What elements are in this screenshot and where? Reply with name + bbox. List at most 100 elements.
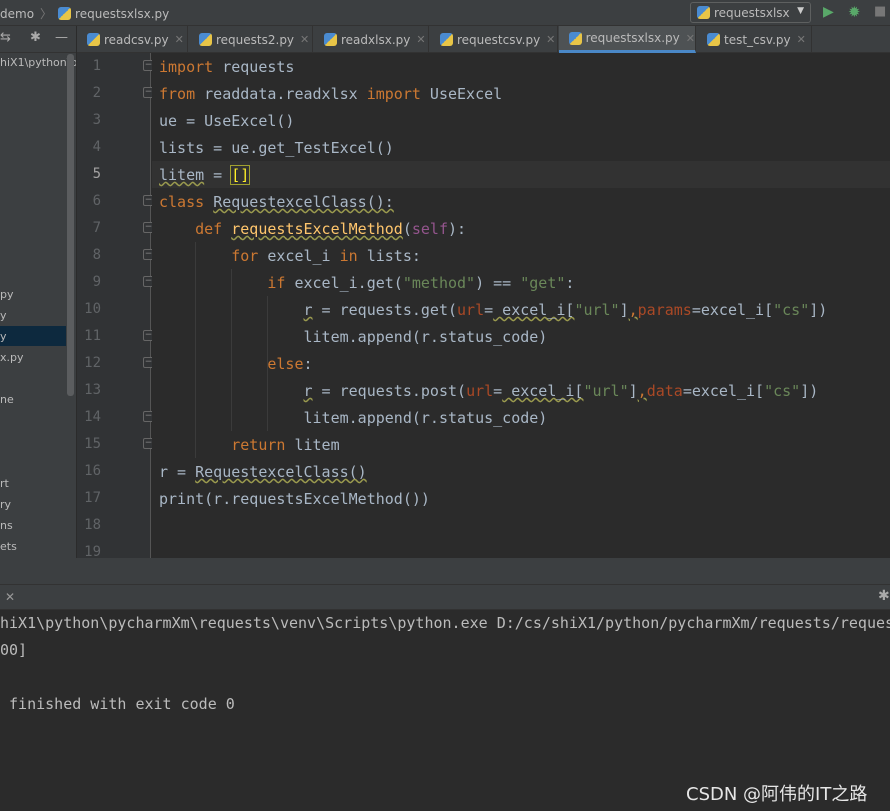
tab-readxlsx[interactable]: readxlsx.py ✕ bbox=[314, 26, 429, 53]
close-icon[interactable]: ✕ bbox=[686, 32, 695, 45]
project-toolbar: ⇆ ✱ — bbox=[0, 26, 76, 53]
gear-icon[interactable]: ✱ bbox=[30, 30, 41, 45]
code-text: litem bbox=[285, 436, 340, 454]
code-line-14: litem.append(r.status_code) bbox=[159, 409, 548, 427]
tab-label: readcsv.py bbox=[104, 32, 169, 47]
string-literal: "url" bbox=[583, 382, 629, 400]
code-text: RequestexcelClass() bbox=[195, 463, 367, 481]
close-icon[interactable]: ✕ bbox=[300, 33, 309, 46]
tab-requestcsv[interactable]: requestcsv.py ✕ bbox=[430, 26, 558, 53]
run-icon[interactable]: ▶ bbox=[823, 4, 834, 20]
collapse-icon[interactable]: ⇆ bbox=[0, 30, 11, 45]
tree-item[interactable]: ns bbox=[0, 519, 13, 532]
param-name: url bbox=[457, 301, 485, 319]
tab-readcsv[interactable]: readcsv.py ✕ bbox=[77, 26, 188, 53]
code-text: litem.append(r.status_code) bbox=[303, 328, 548, 346]
chevron-down-icon: ▼ bbox=[797, 6, 804, 16]
title-bar: demo 〉 requestsxlsx.py requestsxlsx ▼ ▶ … bbox=[0, 0, 890, 26]
line-number: 11 bbox=[84, 328, 101, 344]
code-text: litem bbox=[159, 166, 205, 184]
line-number: 1 bbox=[92, 58, 101, 74]
code-line-13: r = requests.post(url= excel_i["url"],da… bbox=[159, 382, 819, 400]
console-line: finished with exit code 0 bbox=[0, 695, 235, 713]
line-number: 14 bbox=[84, 409, 101, 425]
tab-label: requests2.py bbox=[216, 32, 295, 47]
tab-requestsxlsx[interactable]: requestsxlsx.py ✕ bbox=[559, 26, 696, 53]
tab-label: requestcsv.py bbox=[457, 32, 541, 47]
code-text: excel_i.get( bbox=[285, 274, 403, 292]
close-icon[interactable]: ✕ bbox=[5, 590, 15, 604]
code-line-11: litem.append(r.status_code) bbox=[159, 328, 548, 346]
tree-item[interactable]: ets bbox=[0, 540, 17, 553]
string-literal: "url" bbox=[574, 301, 620, 319]
close-icon[interactable]: ✕ bbox=[546, 33, 555, 46]
code-line-7: def requestsExcelMethod(self): bbox=[159, 220, 466, 238]
keyword: if bbox=[267, 274, 286, 292]
line-number: 8 bbox=[92, 247, 101, 263]
tree-item[interactable]: ne bbox=[0, 393, 14, 406]
line-number-gutter: 1 2 3 4 5 6 7 8 9 10 11 12 13 14 15 16 1… bbox=[77, 53, 154, 560]
class-name: RequestexcelClass(): bbox=[213, 193, 394, 211]
breadcrumb-file[interactable]: requestsxlsx.py bbox=[75, 7, 169, 21]
tree-item[interactable]: py bbox=[0, 288, 14, 301]
keyword: import bbox=[159, 58, 214, 76]
code-line-12: else: bbox=[159, 355, 313, 373]
current-line-highlight bbox=[152, 161, 890, 188]
code-text: = requests.post( bbox=[312, 382, 467, 400]
code-line-2: from readdata.readxlsx import UseExcel bbox=[159, 85, 502, 103]
editor-tabs: readcsv.py ✕ requests2.py ✕ readxlsx.py ✕ r… bbox=[77, 26, 890, 53]
tab-test-csv[interactable]: test_csv.py ✕ bbox=[697, 26, 812, 53]
code-line-17: print(r.requestsExcelMethod()) bbox=[159, 490, 430, 508]
string-literal: "get" bbox=[520, 274, 566, 292]
string-literal: "cs" bbox=[764, 382, 801, 400]
close-icon[interactable]: ✕ bbox=[416, 33, 425, 46]
tree-item[interactable]: y bbox=[0, 309, 7, 322]
code-text: r bbox=[303, 382, 313, 400]
line-number: 13 bbox=[84, 382, 101, 398]
code-text: = bbox=[493, 382, 503, 400]
python-file-icon bbox=[199, 33, 212, 46]
project-scrollbar[interactable] bbox=[67, 54, 74, 396]
code-text: excel_i[ bbox=[493, 301, 575, 319]
tree-item[interactable]: rt bbox=[0, 477, 9, 490]
keyword: return bbox=[231, 436, 286, 454]
line-number: 5 bbox=[92, 166, 101, 182]
line-number: 18 bbox=[84, 517, 101, 533]
line-number: 7 bbox=[92, 220, 101, 236]
run-configuration-dropdown[interactable]: requestsxlsx ▼ bbox=[690, 2, 811, 23]
line-number: 2 bbox=[92, 85, 101, 101]
keyword: for bbox=[231, 247, 259, 265]
hide-icon[interactable]: — bbox=[55, 30, 68, 45]
matched-brackets: [] bbox=[230, 165, 251, 185]
code-editor[interactable]: import requests from readdata.readxlsx i… bbox=[152, 53, 890, 558]
project-path: hiX1\python\p bbox=[0, 56, 77, 69]
code-text: ] bbox=[619, 301, 629, 319]
stop-icon[interactable]: ■ bbox=[874, 4, 890, 20]
string-literal: "method" bbox=[402, 274, 476, 292]
breadcrumb-project[interactable]: demo bbox=[0, 7, 34, 21]
tree-item[interactable]: x.py bbox=[0, 351, 24, 364]
code-text: : bbox=[565, 274, 575, 292]
gear-icon[interactable]: ✱ bbox=[878, 588, 890, 604]
param-name: params bbox=[637, 301, 692, 319]
param-name: data bbox=[646, 382, 683, 400]
editor-bottom-bar bbox=[0, 558, 890, 584]
code-text: = bbox=[484, 301, 494, 319]
tab-label: test_csv.py bbox=[724, 32, 791, 47]
debug-icon[interactable]: ✹ bbox=[848, 3, 861, 21]
code-text: r bbox=[303, 301, 313, 319]
close-icon[interactable]: ✕ bbox=[797, 33, 806, 46]
run-configuration-label: requestsxlsx bbox=[714, 5, 790, 20]
tree-item[interactable]: y bbox=[0, 330, 7, 343]
tab-requests2[interactable]: requests2.py ✕ bbox=[189, 26, 313, 53]
code-text: : bbox=[303, 355, 313, 373]
code-text: =excel_i[ bbox=[682, 382, 765, 400]
code-text: ]) bbox=[800, 382, 819, 400]
line-number: 15 bbox=[84, 436, 101, 452]
console-line: hiX1\python\pycharmXm\requests\venv\Scri… bbox=[0, 614, 890, 632]
tree-item[interactable]: ry bbox=[0, 498, 11, 511]
code-line-5: litem = [] bbox=[159, 165, 251, 185]
close-icon[interactable]: ✕ bbox=[175, 33, 184, 46]
code-line-10: r = requests.get(url= excel_i["url"],par… bbox=[159, 301, 828, 319]
